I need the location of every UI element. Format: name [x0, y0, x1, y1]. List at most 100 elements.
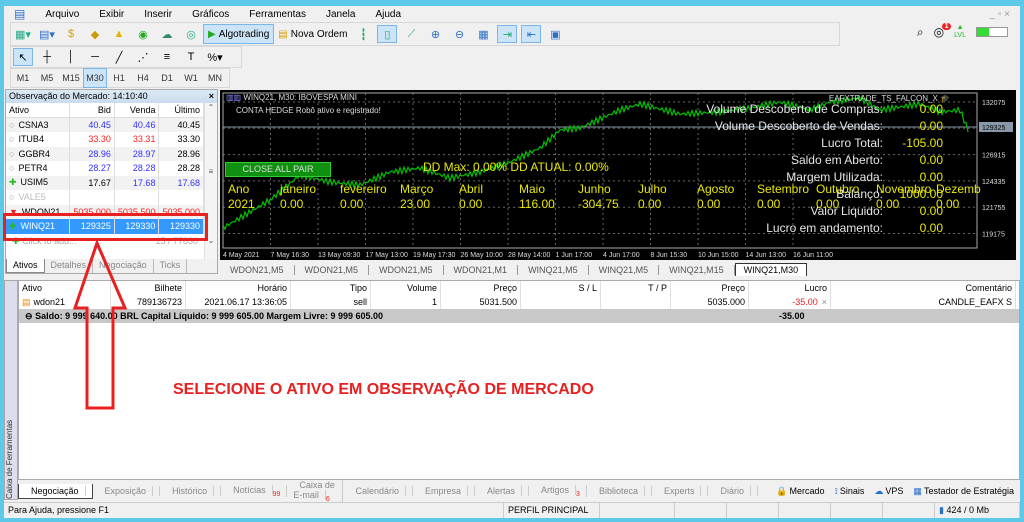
trade-col-header[interactable]: Lucro: [749, 281, 831, 295]
market-watch-row[interactable]: ○ VALE5: [6, 190, 204, 205]
trade-col-header[interactable]: S / L: [521, 281, 601, 295]
market-watch-row[interactable]: ○ GGBR4 28.96 28.97 28.96: [6, 146, 204, 161]
chart-shift-icon[interactable]: ⇤: [521, 25, 542, 43]
chart-tab[interactable]: WDON21,M1: [444, 264, 519, 275]
trade-cell: -35.00 ×: [749, 295, 831, 309]
trendline-icon[interactable]: ╱: [109, 48, 129, 66]
trade-col-header[interactable]: Tipo: [291, 281, 371, 295]
close-icon[interactable]: ×: [209, 90, 214, 103]
table-row[interactable]: ▤ wdon21 789136723 2021.06.17 13:36:05 sell 1…: [19, 295, 1016, 309]
cursor-icon[interactable]: ↖: [13, 48, 33, 66]
zoom-out-icon[interactable]: ⊖: [449, 25, 469, 43]
timeframe-m30[interactable]: M30: [83, 68, 107, 88]
trade-col-header[interactable]: Preço: [671, 281, 749, 295]
chart-tab[interactable]: WINQ21,M5: [589, 264, 660, 275]
trade-col-header[interactable]: Horário: [186, 281, 291, 295]
chart-tab[interactable]: WINQ21,M5: [518, 264, 589, 275]
toolbox-link[interactable]: 🔒 Mercado: [776, 486, 824, 497]
chart-tab[interactable]: WDON21,M5: [369, 264, 444, 275]
trade-col-header[interactable]: T / P: [601, 281, 671, 295]
market-watch-row[interactable]: ✚ USIM5 17.67 17.68 17.68: [6, 175, 204, 190]
col-ativo[interactable]: Ativo: [6, 103, 71, 118]
new-chart-icon[interactable]: ▦▾: [13, 25, 33, 43]
vertical-line-icon[interactable]: │: [61, 48, 81, 66]
profiles-icon[interactable]: ▤▾: [37, 25, 57, 43]
collapse-icon[interactable]: ⊖: [25, 311, 33, 321]
menu-ajuda[interactable]: Ajuda: [365, 9, 411, 20]
toolbox-tab[interactable]: Diário: [708, 486, 758, 496]
community-icon[interactable]: ◎: [181, 25, 201, 43]
fibonacci-icon[interactable]: ≡: [157, 48, 177, 66]
trade-col-header[interactable]: Volume: [371, 281, 441, 295]
menu-graficos[interactable]: Gráficos: [182, 9, 239, 20]
search-icon[interactable]: ⌕: [917, 25, 924, 40]
toolbox-tab[interactable]: Biblioteca: [587, 486, 652, 496]
timeframe-d1[interactable]: D1: [155, 69, 179, 87]
timeframe-h1[interactable]: H1: [107, 69, 131, 87]
timeframe-h4[interactable]: H4: [131, 69, 155, 87]
timeframe-m5[interactable]: M5: [35, 69, 59, 87]
chart-tab[interactable]: WINQ21,M30: [734, 263, 808, 276]
timeframe-m15[interactable]: M15: [59, 69, 83, 87]
col-bid[interactable]: Bid: [69, 103, 115, 118]
chart-tab[interactable]: WDON21,M5: [220, 264, 295, 275]
toolbox-tab[interactable]: Experts: [652, 486, 709, 496]
window-controls[interactable]: _ ▫ ×: [979, 9, 1020, 20]
autoscroll-icon[interactable]: ⇥: [497, 25, 518, 43]
chart-tab[interactable]: WINQ21,M15: [659, 264, 735, 275]
toolbox-tab[interactable]: Alertas: [475, 486, 530, 496]
tab-ticks[interactable]: Ticks: [154, 259, 188, 273]
menu-ferramentas[interactable]: Ferramentas: [239, 9, 316, 20]
toolbox-tab[interactable]: Calendário: [343, 486, 413, 496]
candlestick-icon[interactable]: ▯: [377, 25, 398, 43]
timeframe-w1[interactable]: W1: [179, 69, 203, 87]
menu-exibir[interactable]: Exibir: [89, 9, 134, 20]
menu-inserir[interactable]: Inserir: [134, 9, 182, 20]
navigator-icon[interactable]: ◆: [85, 25, 105, 43]
tab-ativos[interactable]: Ativos: [6, 259, 45, 273]
col-venda[interactable]: Venda: [114, 103, 160, 118]
price-chart[interactable]: 132075 129325 126915 124335 121755 119175 4 Ma…: [220, 90, 1016, 260]
toolbox-tab[interactable]: Empresa: [413, 486, 475, 496]
toolbox-tab[interactable]: Negociação: [18, 483, 93, 499]
market-watch-row[interactable]: ○ PETR4 28.27 28.28 28.28: [6, 161, 204, 176]
toolbox-tab[interactable]: Histórico: [160, 486, 222, 496]
crosshair-icon[interactable]: ┼: [37, 48, 57, 66]
close-all-pair-button[interactable]: CLOSE ALL PAIR: [225, 162, 331, 177]
bar-chart-icon[interactable]: ┇: [353, 25, 373, 43]
trade-col-header[interactable]: Preço: [441, 281, 521, 295]
trade-col-header[interactable]: Comentário: [831, 281, 1016, 295]
chart-tab[interactable]: WDON21,M5: [295, 264, 370, 275]
user-icon[interactable]: ◎ 1: [934, 23, 952, 39]
toolbox-link[interactable]: ⟟ Sinais: [835, 486, 865, 497]
algotrading-button[interactable]: ▶ Algotrading: [203, 24, 275, 44]
tile-windows-icon[interactable]: ▦: [473, 25, 493, 43]
market-icon[interactable]: ▲: [109, 25, 129, 43]
toolbox-tab[interactable]: Artigos 3: [529, 484, 587, 498]
menu-arquivo[interactable]: Arquivo: [35, 9, 89, 20]
menu-janela[interactable]: Janela: [316, 9, 365, 20]
zoom-in-icon[interactable]: ⊕: [425, 25, 445, 43]
toolbox-tab[interactable]: Notícias 99: [221, 484, 288, 498]
toolbox-link[interactable]: ▦ Testador de Estratégia: [913, 486, 1014, 497]
vps-icon[interactable]: ☁: [157, 25, 177, 43]
market-watch-row[interactable]: ○ ITUB4 33.30 33.31 33.30: [6, 132, 204, 147]
toolbox-tab[interactable]: Caixa de E-mail 6: [287, 479, 344, 503]
toolbox-label[interactable]: Caixa de Ferramentas: [4, 280, 18, 500]
toolbox-tab[interactable]: Exposição: [93, 486, 161, 496]
signals-icon[interactable]: ◉: [133, 25, 153, 43]
timeframe-mn[interactable]: MN: [203, 69, 227, 87]
col-ultimo[interactable]: Último: [158, 103, 204, 118]
elliott-icon[interactable]: ⋰: [133, 48, 153, 66]
line-chart-icon[interactable]: ⟋: [401, 25, 421, 43]
market-watch-row[interactable]: ○ CSNA3 40.45 40.46 40.45: [6, 117, 204, 132]
horizontal-line-icon[interactable]: ─: [85, 48, 105, 66]
market-watch-icon[interactable]: $: [61, 25, 81, 43]
shapes-icon[interactable]: %▾: [205, 48, 225, 66]
close-position-icon[interactable]: ×: [822, 297, 827, 307]
toolbox-link[interactable]: ☁ VPS: [874, 486, 903, 497]
timeframe-m1[interactable]: M1: [11, 69, 35, 87]
save-chart-icon[interactable]: ▣: [545, 25, 565, 43]
text-icon[interactable]: T: [181, 48, 201, 66]
new-order-button[interactable]: ▤ Nova Ordem: [274, 24, 351, 44]
